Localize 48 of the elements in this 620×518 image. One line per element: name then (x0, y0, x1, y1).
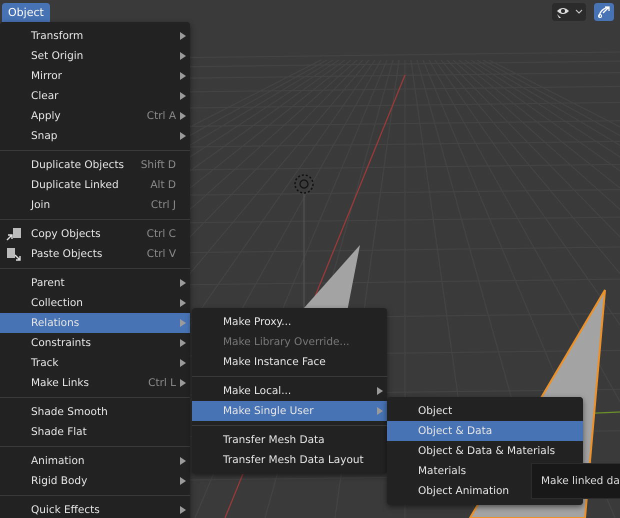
menu-item[interactable]: Object (387, 401, 583, 421)
copy-icon (6, 227, 22, 241)
menu-item[interactable]: Set Origin (0, 46, 190, 66)
shortcut-text: Ctrl C (146, 228, 176, 240)
menu-item[interactable]: Animation (0, 451, 190, 471)
menu-item[interactable]: Transform (0, 26, 190, 46)
menu-item[interactable]: Copy Objects Ctrl C (0, 224, 190, 244)
empty-object-icon (294, 174, 314, 194)
menu-item[interactable]: Constraints (0, 333, 190, 353)
menu-item[interactable]: Mirror (0, 66, 190, 86)
menu-item[interactable]: Apply Ctrl A (0, 106, 190, 126)
menu-item[interactable]: Make Instance Face (192, 352, 387, 372)
menu-item[interactable]: Shade Flat (0, 422, 190, 442)
menu-item[interactable]: Object & Data & Materials (387, 441, 583, 461)
menu-item[interactable]: Join Ctrl J (0, 195, 190, 215)
eye-icon (555, 5, 571, 19)
shortcut-text: Ctrl V (146, 248, 176, 260)
shortcut-text: Ctrl L (148, 377, 176, 389)
menu-item[interactable]: Duplicate Linked Alt D (0, 175, 190, 195)
menu-item[interactable]: Track (0, 353, 190, 373)
menu-item[interactable]: Collection (0, 293, 190, 313)
menu-item[interactable]: Make Links Ctrl L (0, 373, 190, 393)
gizmo-icon (597, 5, 611, 19)
menu-item[interactable]: Quick Effects (0, 500, 190, 518)
menu-item[interactable]: Rigid Body (0, 471, 190, 491)
shortcut-text: Shift D (140, 159, 176, 171)
tooltip: Make linked da (531, 463, 620, 499)
menu-item[interactable]: Shade Smooth (0, 402, 190, 422)
menu-item[interactable]: Transfer Mesh Data Layout (192, 450, 387, 470)
menu-item[interactable]: Clear (0, 86, 190, 106)
menu-item[interactable]: Paste Objects Ctrl V (0, 244, 190, 264)
shortcut-text: Alt D (150, 179, 176, 191)
menu-item[interactable]: Make Single User (192, 401, 387, 421)
menu-item[interactable]: Transfer Mesh Data (192, 430, 387, 450)
paste-icon (6, 247, 22, 261)
menu-item[interactable]: Parent (0, 273, 190, 293)
shortcut-text: Ctrl J (150, 199, 176, 211)
menu-item[interactable]: Make Proxy... (192, 312, 387, 332)
chevron-down-icon (575, 9, 583, 15)
menu-item[interactable]: Duplicate Objects Shift D (0, 155, 190, 175)
menu-item[interactable]: Snap (0, 126, 190, 146)
object-menu-button[interactable]: Object (2, 3, 50, 22)
menu-item[interactable]: Object & Data (387, 421, 583, 441)
shortcut-text: Ctrl A (146, 110, 176, 122)
menu-item[interactable]: Relations (0, 313, 190, 333)
visibility-dropdown[interactable] (552, 3, 586, 21)
menu-item[interactable]: Make Local... (192, 381, 387, 401)
gizmo-toggle[interactable] (594, 3, 614, 21)
